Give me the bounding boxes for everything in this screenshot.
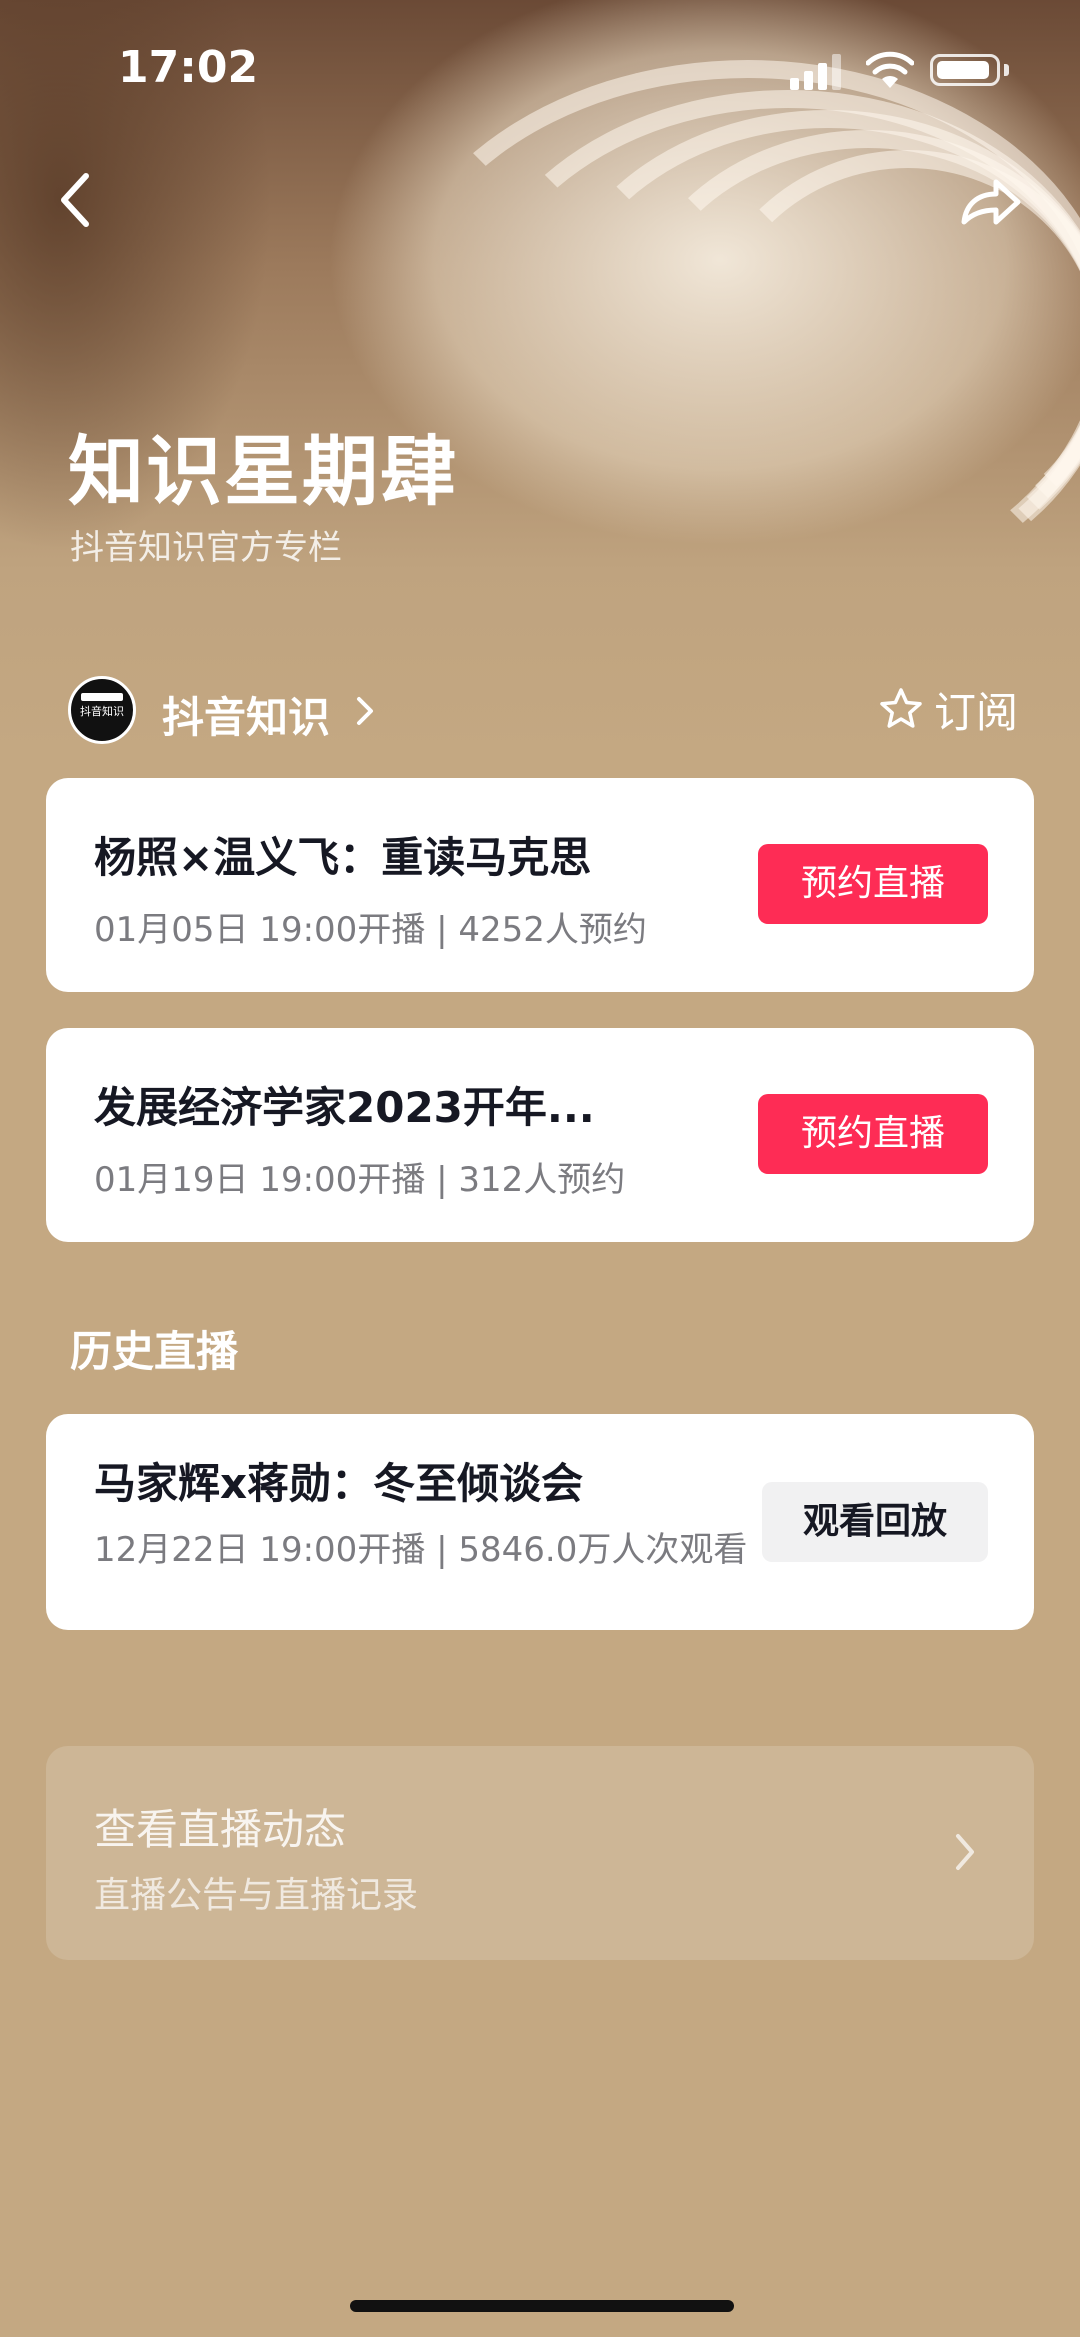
history-meta: 12月22日 19:00开播 | 5846.0万人次观看 [94,1530,748,1570]
live-meta: 01月05日 19:00开播 | 4252人预约 [94,910,647,950]
reserve-live-button[interactable]: 预约直播 [758,844,988,924]
avatar[interactable]: 抖音知识 [68,676,136,744]
chevron-right-icon [357,697,373,725]
watch-replay-button[interactable]: 观看回放 [762,1482,988,1562]
battery-icon [930,54,1000,86]
history-heading: 历史直播 [70,1327,239,1376]
back-icon[interactable] [50,160,110,240]
live-dynamics-entry[interactable]: 查看直播动态 直播公告与直播记录 [46,1746,1034,1960]
cellular-signal-icon [790,54,844,90]
subscribe-label: 订阅 [933,687,1018,737]
subscribe-button[interactable]: 订阅 [878,684,1018,737]
page-subtitle: 抖音知识官方专栏 [70,528,342,568]
live-card-2[interactable]: 发展经济学家2023开年... 01月19日 19:00开播 | 312人预约 … [46,1028,1034,1242]
author-row[interactable]: 抖音知识 抖音知识 订阅 [68,674,1018,746]
reserve-live-button[interactable]: 预约直播 [758,1094,988,1174]
live-card-1[interactable]: 杨照×温义飞：重读马克思 01月05日 19:00开播 | 4252人预约 预约… [46,778,1034,992]
dynamics-title: 查看直播动态 [94,1805,347,1854]
status-bar: 17:02 [0,0,1080,140]
dynamics-subtitle: 直播公告与直播记录 [94,1875,419,1916]
live-title: 杨照×温义飞：重读马克思 [94,833,592,882]
status-time: 17:02 [118,42,259,93]
history-title: 马家辉x蒋勋：冬至倾谈会 [94,1459,584,1508]
page-title: 知识星期肆 [68,427,458,516]
share-icon[interactable] [950,160,1030,240]
wifi-icon [866,51,914,88]
chevron-right-icon [956,1834,974,1870]
star-icon [880,688,922,728]
live-title: 发展经济学家2023开年... [94,1083,595,1132]
author-name[interactable]: 抖音知识 [162,684,330,745]
battery-cap [1004,64,1009,76]
live-meta: 01月19日 19:00开播 | 312人预约 [94,1160,626,1200]
home-indicator[interactable] [350,2300,734,2312]
avatar-logo-text: 抖音知识 [80,705,124,718]
history-card-1[interactable]: 马家辉x蒋勋：冬至倾谈会 12月22日 19:00开播 | 5846.0万人次观… [46,1414,1034,1630]
